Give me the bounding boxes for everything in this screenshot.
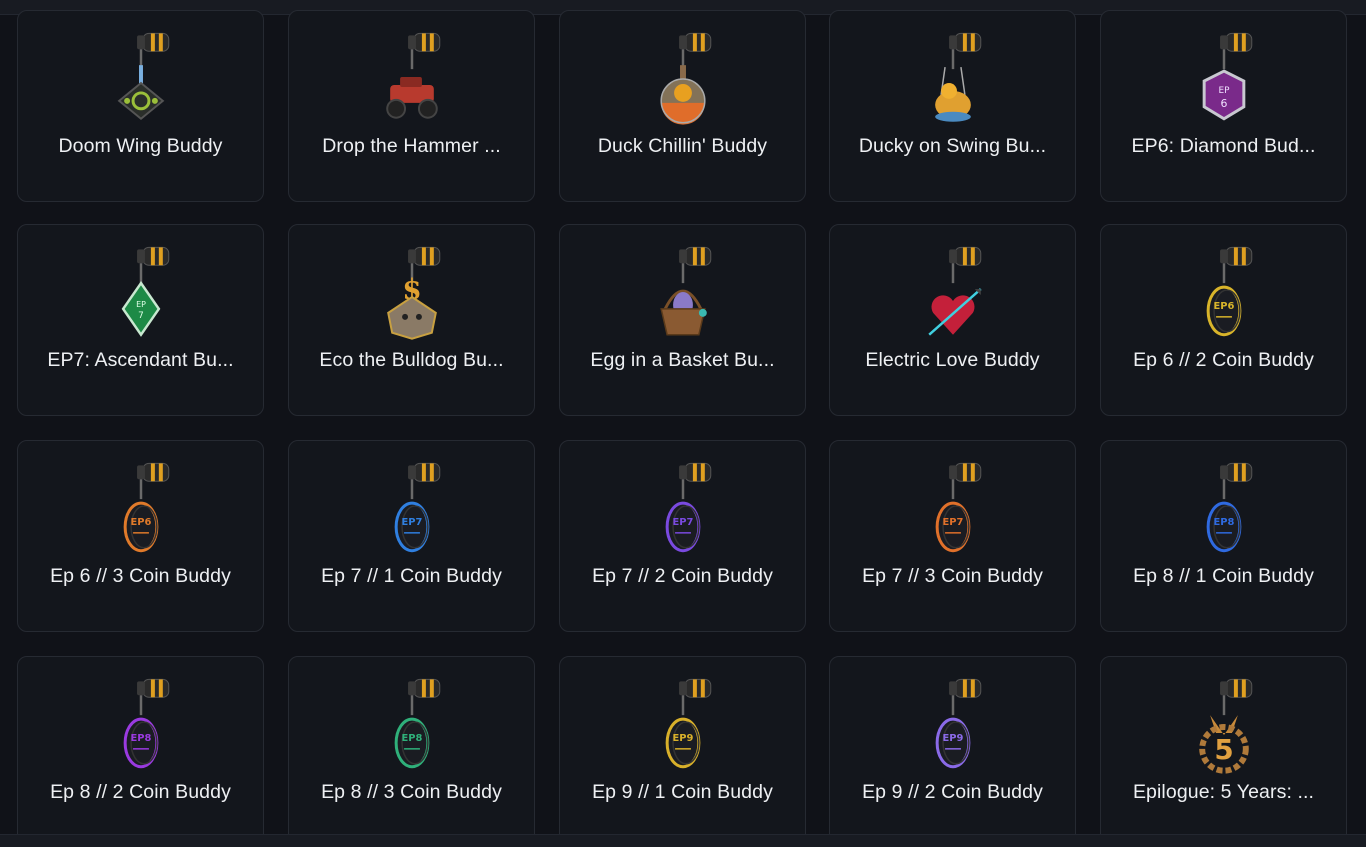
buddy-name: EP6: Diamond Bud... — [1131, 135, 1316, 157]
clasp — [1220, 462, 1253, 500]
buddy-card[interactable]: EP8 Ep 8 // 2 Coin Buddy — [17, 656, 264, 834]
bulldog-charm-icon: $ — [387, 246, 441, 340]
svg-text:6: 6 — [1221, 97, 1228, 110]
coin-charm-icon: EP7 — [665, 462, 712, 553]
coin-charm-icon: EP9 — [665, 678, 712, 769]
coin-charm-icon: EP7 — [935, 462, 982, 553]
coin-charm-icon: EP8 — [394, 678, 441, 769]
buddy-name: Ep 9 // 1 Coin Buddy — [592, 781, 773, 803]
coin-charm-icon: EP8 — [123, 678, 170, 769]
buddy-card[interactable]: EP9 Ep 9 // 1 Coin Buddy — [559, 656, 806, 834]
buddy-card[interactable]: EP 6 EP6: Diamond Bud... — [1100, 10, 1347, 202]
buddy-name: Egg in a Basket Bu... — [590, 349, 775, 371]
duck-swing-charm-icon — [935, 32, 982, 122]
clasp — [137, 462, 170, 500]
buddy-card[interactable]: EP6 Ep 6 // 2 Coin Buddy — [1100, 224, 1347, 416]
clasp — [1220, 246, 1253, 284]
clasp — [137, 246, 170, 284]
buddy-name: Eco the Bulldog Bu... — [319, 349, 504, 371]
buddy-name: Ep 6 // 2 Coin Buddy — [1133, 349, 1314, 371]
coin-charm-icon: EP6 — [1206, 246, 1253, 337]
buddy-card[interactable]: EP 7 EP7: Ascendant Bu... — [17, 224, 264, 416]
svg-text:EP8: EP8 — [402, 733, 423, 744]
monster-truck-charm-icon — [386, 32, 441, 119]
buddy-name: Doom Wing Buddy — [58, 135, 223, 157]
buddy-name: Ep 7 // 3 Coin Buddy — [862, 565, 1043, 587]
clasp — [949, 246, 982, 284]
clasp — [1220, 32, 1253, 70]
buddy-name: Ep 6 // 3 Coin Buddy — [50, 565, 231, 587]
ep7-diamond-charm-icon: EP 7 — [121, 246, 170, 337]
clasp — [408, 32, 441, 70]
clasp — [949, 678, 982, 716]
svg-text:EP8: EP8 — [131, 733, 152, 744]
buddy-name: Ep 9 // 2 Coin Buddy — [862, 781, 1043, 803]
coin-charm-icon: EP7 — [394, 462, 441, 553]
buddy-card[interactable]: EP7 Ep 7 // 2 Coin Buddy — [559, 440, 806, 632]
clasp — [137, 32, 170, 70]
buddy-card[interactable]: EP7 Ep 7 // 3 Coin Buddy — [829, 440, 1076, 632]
svg-text:EP7: EP7 — [402, 517, 423, 528]
buddy-name: Ep 7 // 2 Coin Buddy — [592, 565, 773, 587]
clasp — [949, 462, 982, 500]
svg-text:EP6: EP6 — [1214, 301, 1235, 312]
svg-text:EP8: EP8 — [1214, 517, 1235, 528]
clasp — [679, 678, 712, 716]
duck-orb-charm-icon — [660, 32, 712, 125]
svg-text:EP7: EP7 — [943, 517, 964, 528]
buddy-card[interactable]: Doom Wing Buddy — [17, 10, 264, 202]
ep6-hex-charm-icon: EP6 — [1202, 32, 1253, 121]
svg-text:EP7: EP7 — [673, 517, 694, 528]
buddy-card[interactable]: EP8 Ep 8 // 1 Coin Buddy — [1100, 440, 1347, 632]
buddy-name: Ducky on Swing Bu... — [858, 135, 1047, 157]
buddy-card[interactable]: Electric Love Buddy — [829, 224, 1076, 416]
svg-text:EP: EP — [136, 300, 146, 309]
buddy-card[interactable]: Duck Chillin' Buddy — [559, 10, 806, 202]
coin-charm-icon: EP8 — [1206, 462, 1253, 553]
doom-wing-charm-icon — [117, 32, 170, 120]
svg-text:EP9: EP9 — [673, 733, 694, 744]
buddy-name: Duck Chillin' Buddy — [597, 135, 768, 157]
clasp — [679, 246, 712, 284]
clasp — [137, 678, 170, 716]
buddy-card[interactable]: EP8 Ep 8 // 3 Coin Buddy — [288, 656, 535, 834]
buddy-card[interactable]: EP9 Ep 9 // 2 Coin Buddy — [829, 656, 1076, 834]
clasp — [408, 462, 441, 500]
svg-text:EP9: EP9 — [943, 733, 964, 744]
buddy-name: Ep 8 // 2 Coin Buddy — [50, 781, 231, 803]
clasp — [679, 32, 712, 70]
buddy-card[interactable]: Ducky on Swing Bu... — [829, 10, 1076, 202]
svg-text:7: 7 — [138, 311, 144, 321]
clasp — [1220, 678, 1253, 716]
buddy-card[interactable]: EP7 Ep 7 // 1 Coin Buddy — [288, 440, 535, 632]
buddy-card[interactable]: Egg in a Basket Bu... — [559, 224, 806, 416]
buddy-name: Ep 8 // 1 Coin Buddy — [1133, 565, 1314, 587]
clasp — [408, 678, 441, 716]
buddy-card[interactable]: Drop the Hammer ... — [288, 10, 535, 202]
svg-text:EP6: EP6 — [131, 517, 152, 528]
coin-charm-icon: EP9 — [935, 678, 982, 769]
clasp — [679, 462, 712, 500]
buddy-card[interactable]: 5 Epilogue: 5 Years: ... — [1100, 656, 1347, 834]
buddy-name: Ep 7 // 1 Coin Buddy — [321, 565, 502, 587]
buddy-card[interactable]: $ Eco the Bulldog Bu... — [288, 224, 535, 416]
heart-arrow-charm-icon — [928, 246, 982, 336]
buddy-name: Electric Love Buddy — [865, 349, 1040, 371]
buddy-grid: Doom Wing Buddy Drop the Hammer ... Duck C… — [17, 0, 1350, 834]
svg-text:5: 5 — [1214, 733, 1233, 766]
buddy-name: EP7: Ascendant Bu... — [47, 349, 234, 371]
buddy-name: Ep 8 // 3 Coin Buddy — [321, 781, 502, 803]
egg-basket-charm-icon — [660, 246, 712, 336]
bottom-bar — [0, 834, 1366, 847]
buddy-card[interactable]: EP6 Ep 6 // 3 Coin Buddy — [17, 440, 264, 632]
buddy-name: Drop the Hammer ... — [322, 135, 501, 157]
svg-text:EP: EP — [1218, 86, 1230, 96]
coin-charm-icon: EP6 — [123, 462, 170, 553]
buddy-name: Epilogue: 5 Years: ... — [1132, 781, 1315, 803]
five-years-charm-icon: 5 — [1199, 678, 1253, 774]
clasp — [949, 32, 982, 70]
